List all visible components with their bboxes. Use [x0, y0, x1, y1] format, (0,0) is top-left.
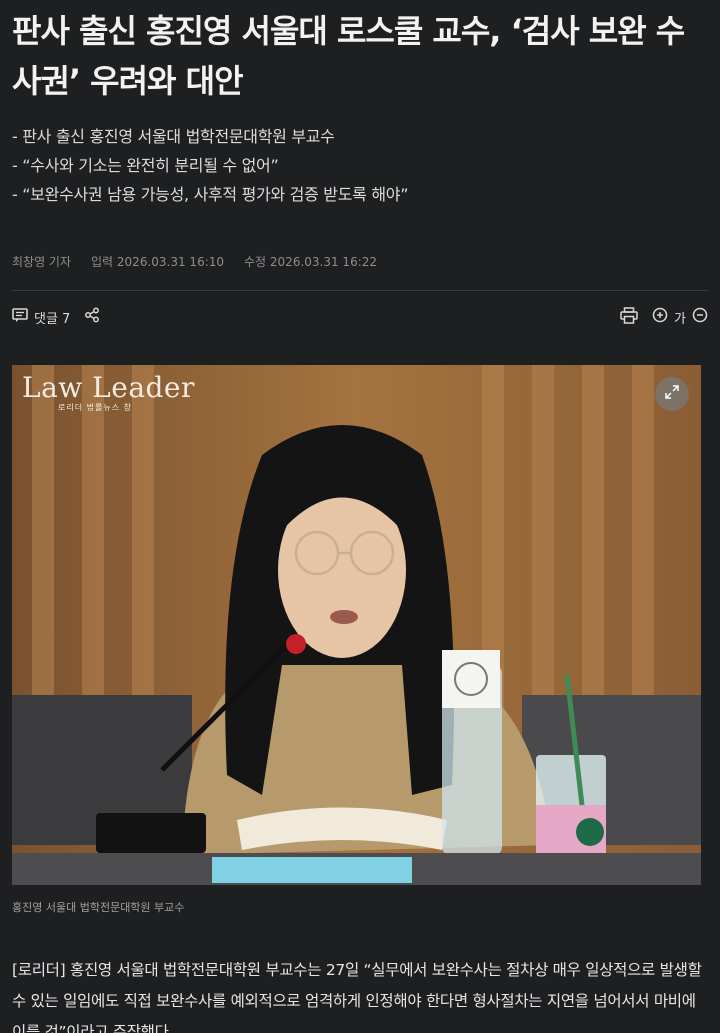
print-icon[interactable] [620, 306, 638, 328]
logo-main-text: Law Leader [22, 371, 195, 404]
share-icon[interactable] [84, 307, 100, 327]
article-meta: 최창영 기자 입력 2026.03.31 16:10 수정 2026.03.31… [12, 253, 708, 270]
photo-scene [12, 365, 701, 885]
summary-item: - 판사 출신 홍진영 서울대 법학전문대학원 부교수 [12, 127, 335, 146]
summary-item: - “수사와 기소는 완전히 분리될 수 없어” [12, 156, 279, 175]
law-leader-logo: Law Leader 로리더 법률뉴스 창 [22, 371, 195, 413]
article-summary: - 판사 출신 홍진영 서울대 법학전문대학원 부교수 - “수사와 기소는 완… [12, 122, 708, 209]
article-toolbar: 댓글 7 가 [12, 291, 708, 343]
photo-caption: 홍진영 서울대 법학전문대학원 부교수 [12, 901, 185, 914]
article-body-paragraph: [로리더] 홍진영 서울대 법학전문대학원 부교수는 27일 “실무에서 보완수… [12, 961, 702, 1033]
published-time: 입력 2026.03.31 16:10 [91, 255, 225, 269]
comment-icon [12, 307, 28, 327]
expand-icon [664, 384, 680, 404]
zoom-out-icon[interactable] [692, 307, 708, 327]
updated-time: 수정 2026.03.31 16:22 [244, 255, 378, 269]
expand-button[interactable] [655, 377, 689, 411]
article-headline: 판사 출신 홍진영 서울대 로스쿨 교수, ‘검사 보완 수사권’ 우려와 대안 [12, 12, 685, 100]
font-size-label: 가 [674, 311, 686, 327]
zoom-in-icon[interactable] [652, 307, 668, 327]
comments-button[interactable]: 댓글 7 [12, 307, 71, 327]
font-size-control: 가 [652, 307, 708, 327]
comments-label: 댓글 7 [34, 311, 71, 327]
article-page: 판사 출신 홍진영 서울대 로스쿨 교수, ‘검사 보완 수사권’ 우려와 대안… [0, 0, 720, 1033]
summary-item: - “보완수사권 남용 가능성, 사후적 평가와 검증 받도록 해야” [12, 185, 409, 204]
byline[interactable]: 최창영 기자 [12, 253, 71, 270]
article-photo[interactable]: Law Leader 로리더 법률뉴스 창 [12, 365, 701, 885]
